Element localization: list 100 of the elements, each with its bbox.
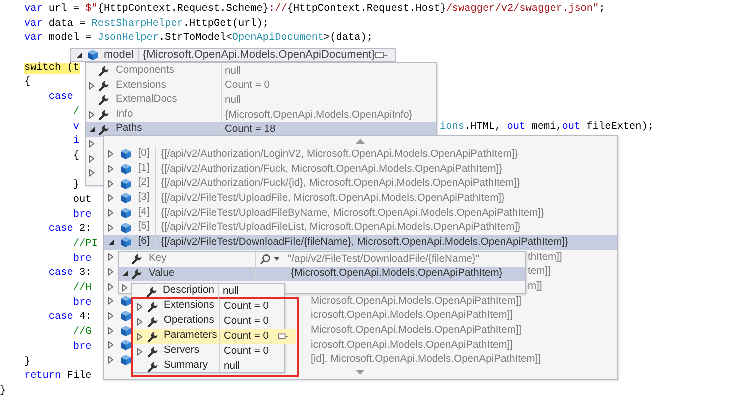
expanded-arrow-icon[interactable] — [122, 270, 128, 278]
code-line: bre — [72, 254, 92, 265]
item-index: [6] — [138, 236, 150, 248]
code-line: //H — [72, 283, 92, 294]
cube-icon — [120, 310, 132, 322]
item-value: icrosoft.OpenApi.Models.OpenApiPathItem]] — [311, 340, 514, 351]
collapsed-arrow-icon[interactable] — [108, 356, 114, 364]
collapsed-arrow-icon[interactable] — [108, 224, 114, 232]
expanded-arrow-icon[interactable] — [88, 126, 96, 134]
collapsed-arrow-icon[interactable] — [108, 312, 114, 320]
collapsed-arrow-icon[interactable] — [108, 253, 114, 262]
collapsed-arrow-icon[interactable] — [108, 268, 114, 276]
expanded-arrow-icon[interactable] — [76, 52, 82, 58]
code-line: } — [72, 180, 80, 192]
item-value: tem]] — [528, 266, 551, 278]
collapsed-arrow-icon[interactable] — [137, 348, 143, 356]
collapsed-arrow-icon[interactable] — [122, 284, 128, 292]
member-value: Count = 0 — [223, 301, 270, 312]
member-value: Count = 18 — [224, 124, 276, 136]
scroll-up-arrow-icon[interactable] — [356, 139, 365, 144]
member-row[interactable]: Parameters Count = 0 — [133, 329, 296, 344]
wrench-icon — [98, 94, 110, 106]
code-line: var url = $"{HttpContext.Request.Scheme}://{HttpContext.Request.Host}/swagger/v2/swagger.json"; — [23, 4, 606, 15]
collapsed-arrow-icon[interactable] — [137, 302, 143, 310]
member-row[interactable]: Value {Microsoft.OpenApi.Models.OpenApiPathItem} — [119, 266, 525, 282]
code-line: / — [72, 106, 80, 118]
member-row[interactable]: Servers Count = 0 — [133, 344, 285, 359]
member-value: Count = 0 — [223, 316, 270, 327]
collapsed-arrow-icon[interactable] — [89, 111, 95, 120]
member-name: Components — [113, 64, 222, 79]
member-value: {Microsoft.OpenApi.Models.OpenApiInfo} — [224, 110, 413, 121]
code-line: bre — [72, 342, 92, 353]
wrench-icon — [131, 268, 143, 280]
caret-icon[interactable] — [274, 257, 280, 262]
member-row[interactable]: Extensions Count = 0 — [133, 299, 285, 314]
member-value: null — [223, 361, 242, 372]
wrench-icon — [131, 253, 143, 266]
cube-icon — [120, 192, 132, 204]
code-line: bre — [72, 210, 92, 221]
item-index: [5] — [138, 221, 150, 232]
member-name: Extensions — [113, 78, 222, 94]
collection-item-row[interactable]: [1] {[/api/v2/Authorization/Fuck, Microsoft.OpenApi.Models.OpenApiPathItem]} — [104, 162, 617, 176]
code-line: { — [23, 77, 31, 88]
collapsed-arrow-icon[interactable] — [137, 332, 143, 340]
expanded-arrow-icon[interactable] — [108, 238, 114, 246]
collection-item-row[interactable]: [4] {[/api/v2/FileTest/UploadFileByName, Microsoft.OpenApi.Models.OpenApiPathItem]} — [104, 206, 617, 220]
cube-icon — [120, 236, 132, 248]
code-line: } — [23, 356, 31, 368]
collapsed-arrow-icon[interactable] — [108, 326, 114, 335]
member-row[interactable]: Summary null — [133, 359, 285, 374]
search-icon[interactable] — [260, 254, 271, 265]
item-value: thItem]] — [528, 252, 562, 263]
collapsed-arrow-icon[interactable] — [108, 341, 114, 350]
collapsed-arrow-icon[interactable] — [108, 194, 114, 202]
code-line: } — [0, 386, 6, 397]
collection-item-row[interactable]: [3] {[/api/v2/FileTest/UploadFile, Microsoft.OpenApi.Models.OpenApiPathItem]} — [104, 191, 617, 206]
member-row[interactable]: Description null — [132, 284, 284, 299]
member-value: Count = 0 — [223, 331, 270, 342]
code-line: case 4: — [48, 312, 92, 324]
wrench-icon — [98, 80, 110, 92]
collection-item-row[interactable]: [6] {[/api/v2/FileTest/DownloadFile/{fileName}, Microsoft.OpenApi.Models.OpenApiPathItem]} — [104, 235, 617, 250]
member-row[interactable]: Extensions Count = 0 — [86, 78, 436, 94]
code-line: var model = JsonHelper.StrToModel<OpenApiDocument>(data); — [23, 33, 373, 44]
code-line: bre — [72, 298, 92, 309]
collection-item-row[interactable]: [2] {[/api/v2/Authorization/Fuck/{id}, Microsoft.OpenApi.Models.OpenApiPathItem]} — [104, 176, 617, 192]
member-value: null — [224, 94, 242, 106]
item-index: [4] — [138, 206, 150, 218]
member-value: {Microsoft.OpenApi.Models.OpenApiPathItem} — [291, 268, 503, 280]
member-name: Summary — [161, 359, 220, 374]
scroll-down-arrow-icon[interactable] — [356, 370, 365, 376]
collapsed-arrow-icon[interactable] — [137, 318, 143, 326]
pin-icon[interactable] — [375, 50, 389, 60]
cube-icon — [120, 163, 132, 176]
code-line: var data = RestSharpHelper.HttpGet(url); — [23, 18, 270, 30]
cube-icon — [120, 339, 132, 352]
code-line: out — [72, 194, 92, 206]
wrench-icon — [147, 360, 159, 372]
collapsed-arrow-icon[interactable] — [108, 297, 114, 306]
item-value: {[/api/v2/Authorization/Fuck, Microsoft.OpenApi.Models.OpenApiPathItem]} — [160, 164, 503, 175]
item-index: [3] — [138, 192, 150, 204]
item-index: [2] — [138, 177, 150, 188]
collection-item-row[interactable]: [0] {[/api/v2/Authorization/LoginV2, Microsoft.OpenApi.Models.OpenApiPathItem]} — [104, 147, 617, 162]
wrench-icon — [147, 346, 159, 358]
collapsed-arrow-icon[interactable] — [108, 282, 114, 291]
member-row[interactable]: ExternalDocs null — [86, 93, 436, 108]
collapsed-arrow-icon[interactable] — [108, 150, 114, 158]
collapsed-arrow-icon[interactable] — [108, 180, 114, 188]
collapsed-arrow-icon[interactable] — [108, 209, 114, 218]
code-line: //G — [72, 327, 92, 338]
collapsed-arrow-icon[interactable] — [89, 82, 95, 90]
collapsed-arrow-icon[interactable] — [108, 165, 114, 174]
item-value: [id], Microsoft.OpenApi.Models.OpenApiPathItem]] — [311, 354, 542, 366]
member-value: null — [224, 66, 242, 77]
code-line: return File — [23, 371, 92, 382]
member-name: Value — [146, 266, 256, 282]
member-row[interactable]: Components null — [86, 64, 436, 79]
code-line: ions.HTML, out memi,out fileExten); — [440, 120, 654, 134]
item-value: {[/api/v2/FileTest/UploadFileList, Microsoft.OpenApi.Models.OpenApiPathItem]} — [160, 222, 521, 234]
item-value: Microsoft.OpenApi.Models.OpenApiPathItem]] — [311, 325, 522, 336]
code-line: case — [48, 92, 74, 104]
